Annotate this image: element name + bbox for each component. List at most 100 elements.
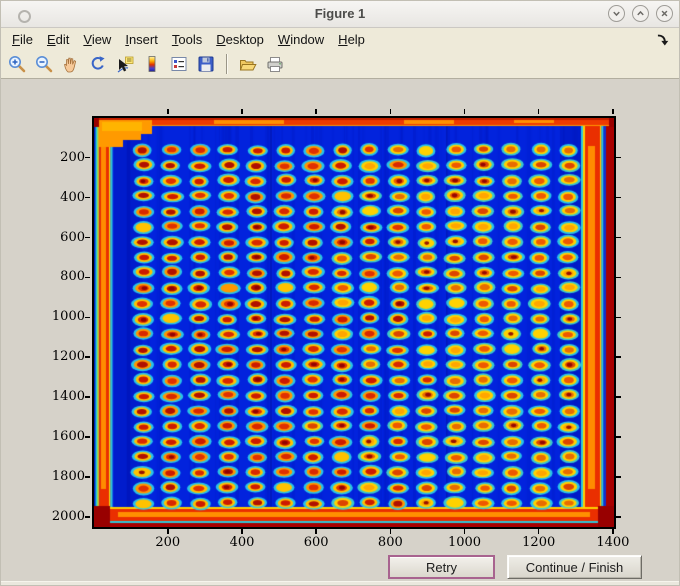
maximize-button[interactable] — [632, 5, 649, 22]
y-tick — [85, 316, 90, 319]
x-tick-top — [315, 109, 317, 114]
y-tick-label: 1000 — [51, 309, 85, 325]
print-figure-button[interactable] — [264, 53, 286, 75]
x-tick-top — [612, 109, 614, 114]
y-tick-label: 2000 — [51, 508, 85, 524]
microarray-image — [94, 118, 614, 527]
x-tick-label: 1200 — [522, 535, 556, 550]
menu-window[interactable]: Window — [271, 30, 331, 49]
zoom-out-button[interactable] — [33, 53, 55, 75]
y-tick-right — [616, 436, 621, 438]
menu-file[interactable]: File — [5, 30, 40, 49]
x-tick-top — [241, 109, 243, 114]
menu-file-rest: ile — [19, 31, 33, 47]
figure-window: Figure 1 File Edit View Insert Tools Des… — [0, 0, 680, 586]
insert-legend-button[interactable] — [168, 53, 190, 75]
figure-area: 200 400 600 800 1000 1200 1400 200 400 600 800 1000… — [1, 79, 679, 585]
window-bottom-edge — [1, 581, 679, 585]
insert-colorbar-button[interactable] — [141, 53, 163, 75]
shade-button[interactable] — [608, 5, 625, 22]
menu-desktop[interactable]: Desktop — [209, 30, 271, 49]
y-tick — [85, 476, 90, 478]
y-tick-right — [616, 276, 621, 279]
x-tick — [463, 529, 466, 534]
x-tick — [167, 529, 169, 534]
y-tick-label: 1800 — [51, 468, 85, 484]
chevron-up-icon — [637, 10, 644, 16]
menu-view[interactable]: View — [76, 30, 118, 49]
y-tick-label: 200 — [60, 149, 85, 165]
y-tick — [85, 436, 90, 438]
y-tick-label: 1200 — [51, 349, 85, 365]
menu-desktop-mnemonic: D — [216, 31, 226, 47]
menubar: File Edit View Insert Tools Desktop Wind… — [1, 28, 679, 50]
y-tick-right — [616, 516, 621, 518]
open-file-button[interactable] — [237, 53, 259, 75]
menu-edit[interactable]: Edit — [40, 30, 76, 49]
x-tick-label: 600 — [303, 535, 329, 550]
close-button[interactable] — [656, 5, 673, 22]
menu-help-rest: elp — [347, 31, 365, 47]
plot-axes — [92, 116, 616, 529]
data-cursor-icon — [117, 56, 134, 73]
continue-finish-button[interactable]: Continue / Finish — [507, 555, 642, 579]
x-tick-label: 400 — [229, 535, 255, 550]
x-tick-label: 200 — [155, 535, 181, 550]
data-cursor-button[interactable] — [114, 53, 136, 75]
menu-tools[interactable]: Tools — [165, 30, 209, 49]
y-tick-label: 600 — [60, 229, 85, 245]
menu-window-mnemonic: W — [277, 31, 291, 47]
menu-insert[interactable]: Insert — [118, 30, 165, 49]
menu-help[interactable]: Help — [331, 30, 372, 49]
save-figure-button[interactable] — [195, 53, 217, 75]
y-tick — [85, 236, 90, 239]
window-controls — [608, 5, 673, 22]
x-tick — [612, 529, 614, 534]
zoom-in-icon — [9, 56, 26, 73]
titlebar: Figure 1 — [1, 1, 679, 28]
y-tick-label: 800 — [60, 269, 85, 285]
y-tick-right — [616, 196, 621, 199]
retry-button[interactable]: Retry — [388, 555, 495, 579]
y-tick-right — [616, 396, 621, 398]
menu-edit-rest: dit — [55, 31, 70, 47]
menu-view-rest: iew — [91, 31, 112, 47]
x-tick — [315, 529, 317, 534]
x-tick-label: 1000 — [447, 535, 482, 550]
y-tick-right — [616, 356, 621, 358]
y-tick-label: 1400 — [51, 389, 85, 405]
x-tick-label: 800 — [377, 535, 403, 550]
menu-view-mnemonic: V — [83, 31, 92, 47]
x-tick-top — [463, 109, 466, 114]
save-icon — [198, 56, 214, 72]
rotate-3d-icon — [91, 56, 105, 70]
rotate-3d-button[interactable] — [87, 53, 109, 75]
y-tick — [85, 516, 90, 518]
y-tick-right — [616, 316, 621, 319]
y-tick-label: 1600 — [51, 429, 85, 445]
y-tick-right — [616, 236, 621, 239]
close-icon — [661, 10, 668, 17]
x-tick — [537, 529, 540, 534]
menu-window-rest: indow — [290, 31, 325, 47]
y-tick — [85, 356, 90, 358]
dock-arrow-icon — [657, 34, 669, 46]
pan-button[interactable] — [60, 53, 82, 75]
y-tick — [85, 276, 90, 279]
menu-edit-mnemonic: E — [46, 31, 56, 47]
x-tick-top — [167, 109, 169, 114]
x-tick — [241, 529, 243, 534]
y-tick-right — [616, 476, 621, 478]
y-tick — [85, 396, 90, 398]
printer-icon — [267, 57, 283, 72]
menu-desktop-rest: esktop — [225, 31, 264, 47]
dock-figure-button[interactable] — [655, 32, 669, 46]
menu-insert-rest: nsert — [128, 31, 158, 47]
y-tick-label: 400 — [60, 189, 85, 205]
zoom-out-icon — [36, 56, 53, 73]
toolbar-separator — [226, 54, 228, 74]
zoom-in-button[interactable] — [6, 53, 28, 75]
legend-icon — [171, 57, 187, 71]
x-tick — [389, 529, 392, 534]
pan-hand-icon — [64, 57, 77, 73]
